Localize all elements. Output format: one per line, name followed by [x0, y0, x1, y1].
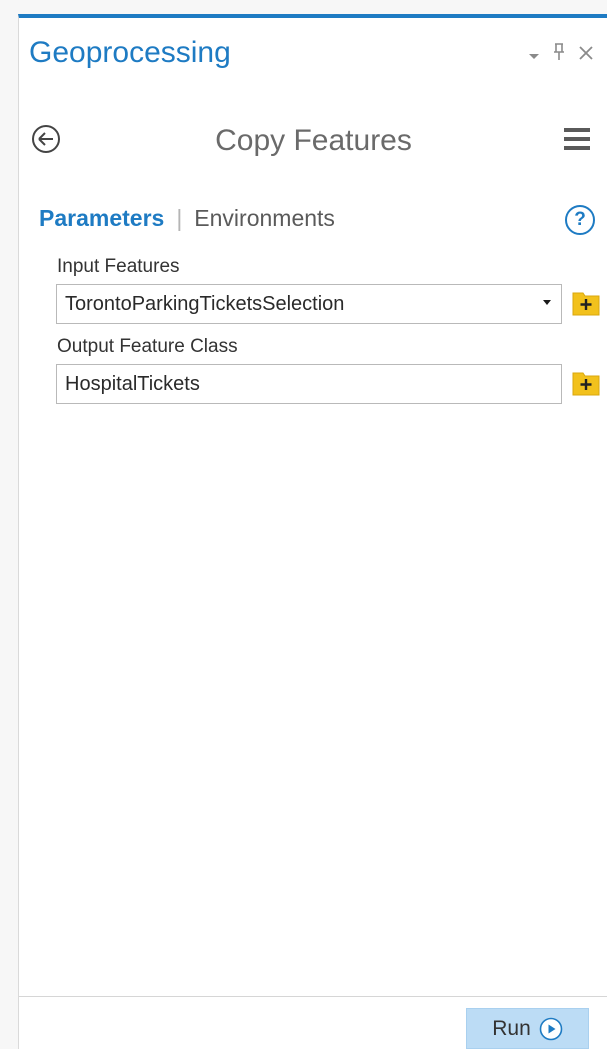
tab-separator: |	[176, 205, 183, 231]
tool-title: Copy Features	[215, 124, 412, 157]
dropdown-caret-icon[interactable]	[543, 300, 551, 305]
browse-folder-icon[interactable]	[571, 289, 601, 317]
dropdown-arrow-icon[interactable]	[528, 45, 540, 67]
geoprocessing-pane: Geoprocessing Copy Features Parameters |…	[18, 14, 607, 1049]
browse-folder-icon[interactable]	[571, 369, 601, 397]
run-button[interactable]: Run	[466, 1008, 589, 1049]
pin-icon[interactable]	[552, 42, 566, 66]
output-feature-class-value: HospitalTickets	[65, 373, 200, 395]
footer-divider	[19, 996, 607, 997]
tab-environments[interactable]: Environments	[194, 205, 335, 232]
input-features-label: Input Features	[57, 256, 180, 277]
pane-window-controls	[528, 42, 594, 66]
input-features-value: TorontoParkingTicketsSelection	[65, 293, 345, 315]
tool-header: Copy Features	[19, 118, 607, 168]
tool-tabs: Parameters | Environments	[39, 205, 335, 232]
tab-parameters[interactable]: Parameters	[39, 205, 164, 232]
input-features-field[interactable]: TorontoParkingTicketsSelection	[56, 284, 562, 324]
output-feature-class-field[interactable]: HospitalTickets	[56, 364, 562, 404]
output-feature-class-label: Output Feature Class	[57, 336, 238, 357]
run-button-label: Run	[492, 1016, 531, 1040]
help-icon[interactable]: ?	[565, 205, 595, 235]
pane-header: Geoprocessing	[19, 18, 607, 88]
hamburger-menu-icon[interactable]	[564, 128, 590, 150]
play-icon	[539, 1017, 563, 1041]
close-icon[interactable]	[578, 43, 594, 65]
pane-title: Geoprocessing	[29, 36, 231, 69]
